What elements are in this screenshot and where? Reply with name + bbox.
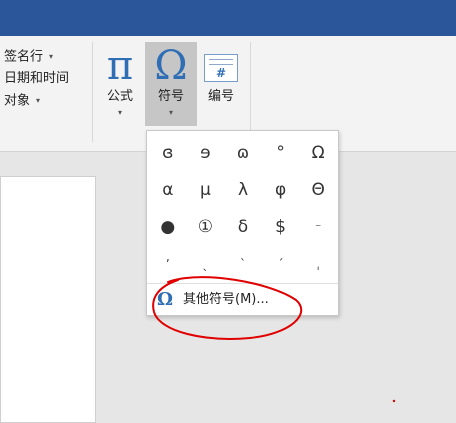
text-group: 签名行 ▾ 日期和时间 对象 ▾: [0, 46, 90, 112]
signature-line-label: 签名行: [4, 49, 44, 65]
symbol-cell[interactable]: ˊ: [262, 246, 300, 283]
group-divider: [250, 42, 251, 142]
symbol-cell[interactable]: μ: [187, 172, 225, 209]
symbol-label: 符号: [157, 89, 184, 104]
red-dot-annotation: [392, 399, 396, 403]
symbol-cell[interactable]: Ω: [299, 135, 337, 172]
pi-icon: π: [106, 43, 134, 89]
symbol-cell[interactable]: φ: [262, 172, 300, 209]
chevron-down-icon[interactable]: ▾: [36, 96, 40, 105]
symbol-cell[interactable]: $: [262, 209, 300, 246]
symbol-cell[interactable]: ˌ: [299, 246, 337, 283]
signature-line-button[interactable]: 签名行 ▾: [0, 46, 90, 68]
more-symbols-item[interactable]: Ω 其他符号(M)...: [151, 287, 335, 313]
symbol-cell[interactable]: α: [149, 172, 187, 209]
symbol-cell[interactable]: ①: [187, 209, 225, 246]
symbol-cell[interactable]: ●: [149, 209, 187, 246]
symbol-cell[interactable]: Θ: [299, 172, 337, 209]
chevron-down-icon[interactable]: ▾: [49, 52, 53, 61]
symbol-button[interactable]: Ω 符号 ▾: [145, 42, 197, 126]
object-button[interactable]: 对象 ▾: [0, 90, 90, 112]
symbol-grid: ɞ ɘ ɷ ° Ω α μ λ φ Θ ● ① δ $ ⁻ ʼ ˎ ˋ ˊ ˌ: [149, 135, 337, 283]
chevron-down-icon[interactable]: ▾: [94, 106, 146, 120]
symbol-cell[interactable]: ˎ: [187, 246, 225, 283]
symbol-cell[interactable]: λ: [224, 172, 262, 209]
symbol-cell[interactable]: ʼ: [149, 246, 187, 283]
symbol-cell[interactable]: δ: [224, 209, 262, 246]
number-icon-wrap: #: [195, 42, 247, 88]
symbol-cell[interactable]: ɘ: [187, 135, 225, 172]
omega-icon: Ω: [154, 43, 188, 89]
menu-separator: [147, 283, 338, 284]
title-bar: [0, 0, 456, 36]
symbol-dropdown: ɞ ɘ ɷ ° Ω α μ λ φ Θ ● ① δ $ ⁻ ʼ ˎ ˋ ˊ ˌ …: [146, 130, 339, 316]
symbol-cell[interactable]: ⁻: [299, 209, 337, 246]
omega-icon: Ω: [156, 289, 174, 310]
number-label: 编号: [207, 89, 234, 104]
date-time-label: 日期和时间: [4, 71, 70, 86]
chevron-down-icon[interactable]: ▾: [145, 106, 197, 120]
date-time-button[interactable]: 日期和时间: [0, 68, 90, 90]
equation-label: 公式: [106, 89, 133, 104]
object-label: 对象: [4, 93, 31, 109]
number-button[interactable]: # 编号: [195, 42, 247, 126]
symbol-cell[interactable]: ɞ: [149, 135, 187, 172]
symbol-cell[interactable]: ˋ: [224, 246, 262, 283]
document-page[interactable]: [0, 176, 96, 423]
hash-icon: #: [215, 66, 227, 80]
symbol-cell[interactable]: °: [262, 135, 300, 172]
symbol-cell[interactable]: ɷ: [224, 135, 262, 172]
number-icon: #: [204, 54, 238, 82]
group-divider: [92, 42, 93, 142]
more-symbols-label: 其他符号(M)...: [183, 292, 269, 307]
equation-button[interactable]: π 公式 ▾: [94, 42, 146, 126]
